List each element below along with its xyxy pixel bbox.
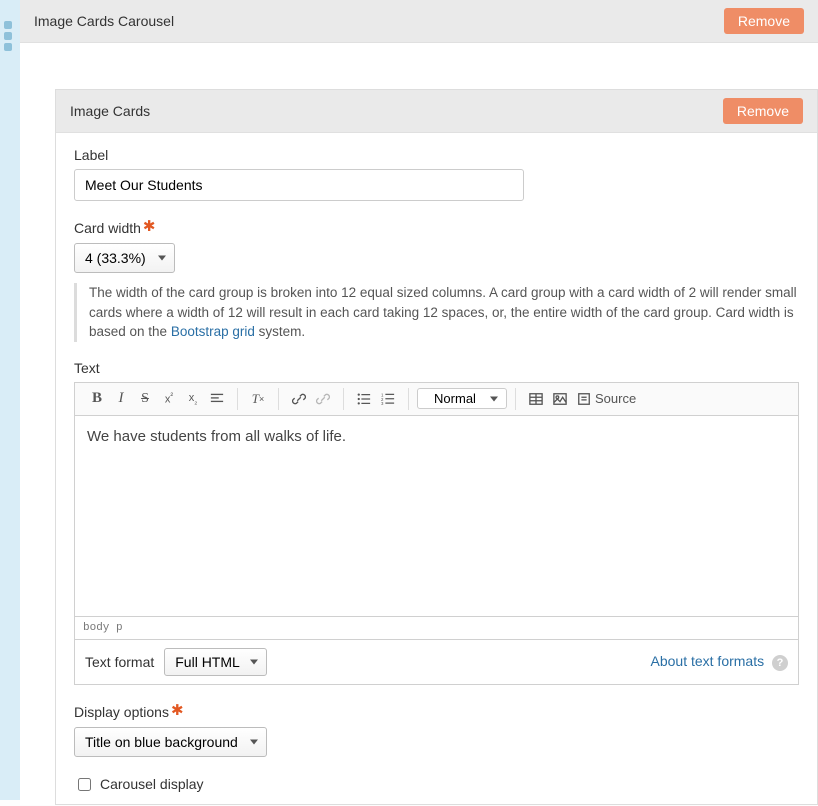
required-icon: ✱	[171, 702, 184, 719]
text-format-select[interactable]: Full HTML	[164, 648, 267, 676]
strikethrough-button[interactable]: S	[133, 387, 157, 411]
drag-handle[interactable]	[4, 21, 12, 51]
remove-button-inner[interactable]: Remove	[723, 98, 803, 124]
subscript-button[interactable]: x₂	[181, 387, 205, 411]
text-label: Text	[74, 360, 799, 376]
panel-title-outer: Image Cards Carousel	[34, 13, 174, 29]
bulleted-list-button[interactable]	[352, 387, 376, 411]
display-options-select[interactable]: Title on blue background	[74, 727, 267, 757]
carousel-display-checkbox[interactable]	[78, 778, 91, 791]
link-button[interactable]	[287, 387, 311, 411]
panel-image-cards: Image Cards Remove Label Card width✱ 4 (…	[55, 89, 818, 805]
rte-elements-path[interactable]: body p	[75, 616, 798, 639]
bold-button[interactable]: B	[85, 387, 109, 411]
table-button[interactable]	[524, 387, 548, 411]
field-text: Text B I S x² x₂	[74, 360, 799, 685]
panel-title-inner: Image Cards	[70, 103, 150, 119]
superscript-button[interactable]: x²	[157, 387, 181, 411]
text-format-label: Text format	[85, 654, 154, 670]
field-card-width: Card width✱ 4 (33.3%) The width of the c…	[74, 219, 799, 342]
paragraph-format-select[interactable]: Normal	[417, 388, 507, 409]
field-display-options: Display options✱ Title on blue backgroun…	[74, 703, 799, 757]
carousel-display-label: Carousel display	[100, 776, 204, 792]
image-button[interactable]	[548, 387, 572, 411]
source-button[interactable]: Source	[572, 387, 641, 411]
remove-format-button[interactable]: T×	[246, 387, 270, 411]
unlink-button[interactable]	[311, 387, 335, 411]
field-carousel-display: Carousel display	[74, 775, 799, 794]
numbered-list-button[interactable]: 123	[376, 387, 400, 411]
rte-toolbar: B I S x² x₂ T×	[75, 383, 798, 416]
card-width-label: Card width✱	[74, 219, 799, 237]
rich-text-editor: B I S x² x₂ T×	[74, 382, 799, 640]
display-options-label: Display options✱	[74, 703, 799, 721]
text-format-row: Text format Full HTML About text formats…	[74, 640, 799, 685]
panel-image-cards-carousel: Image Cards Carousel Remove Image Cards …	[20, 0, 818, 805]
source-label: Source	[595, 391, 636, 406]
about-text-formats-link[interactable]: About text formats	[651, 653, 765, 669]
help-icon[interactable]: ?	[772, 655, 788, 671]
left-rail	[0, 0, 20, 800]
remove-button-outer[interactable]: Remove	[724, 8, 804, 34]
field-label: Label	[74, 147, 799, 201]
label-label: Label	[74, 147, 799, 163]
card-width-help: The width of the card group is broken in…	[74, 283, 799, 342]
label-input[interactable]	[74, 169, 524, 201]
svg-text:3: 3	[381, 401, 384, 406]
required-icon: ✱	[143, 218, 156, 235]
card-width-select[interactable]: 4 (33.3%)	[74, 243, 175, 273]
bootstrap-grid-link[interactable]: Bootstrap grid	[171, 324, 255, 339]
rte-content[interactable]: We have students from all walks of life.	[75, 416, 798, 616]
align-button[interactable]	[205, 387, 229, 411]
italic-button[interactable]: I	[109, 387, 133, 411]
